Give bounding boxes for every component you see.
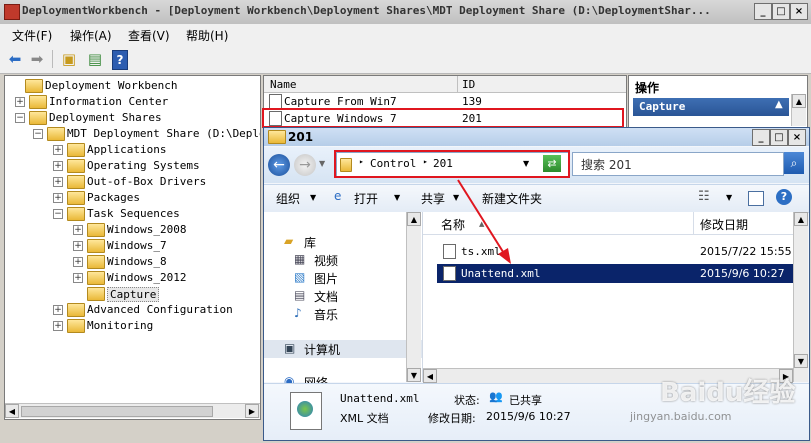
watermark-url: jingyan.baidu.com — [630, 410, 732, 423]
watermark-brand: Baidu经验 — [660, 378, 796, 408]
watermark: Baidu经验 jingyan.baidu.com — [630, 372, 805, 432]
arrow-head — [498, 248, 511, 264]
arrow-line — [457, 179, 506, 256]
